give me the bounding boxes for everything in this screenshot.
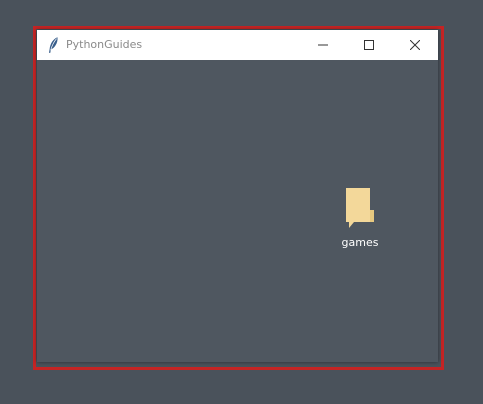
app-window: PythonGuides games [37, 30, 438, 362]
maximize-icon [364, 40, 374, 50]
folder-item-games[interactable]: games [342, 188, 378, 250]
maximize-button[interactable] [346, 30, 392, 60]
title-bar[interactable]: PythonGuides [37, 30, 438, 60]
window-title: PythonGuides [66, 38, 143, 51]
minimize-button[interactable] [300, 30, 346, 60]
feather-icon [49, 37, 58, 53]
window-content: games [37, 60, 438, 362]
folder-label: games [341, 236, 379, 249]
folder-icon [346, 188, 374, 228]
minimize-icon [318, 44, 328, 46]
desktop: PythonGuides games [0, 0, 483, 404]
close-icon [410, 40, 420, 50]
close-button[interactable] [392, 30, 438, 60]
